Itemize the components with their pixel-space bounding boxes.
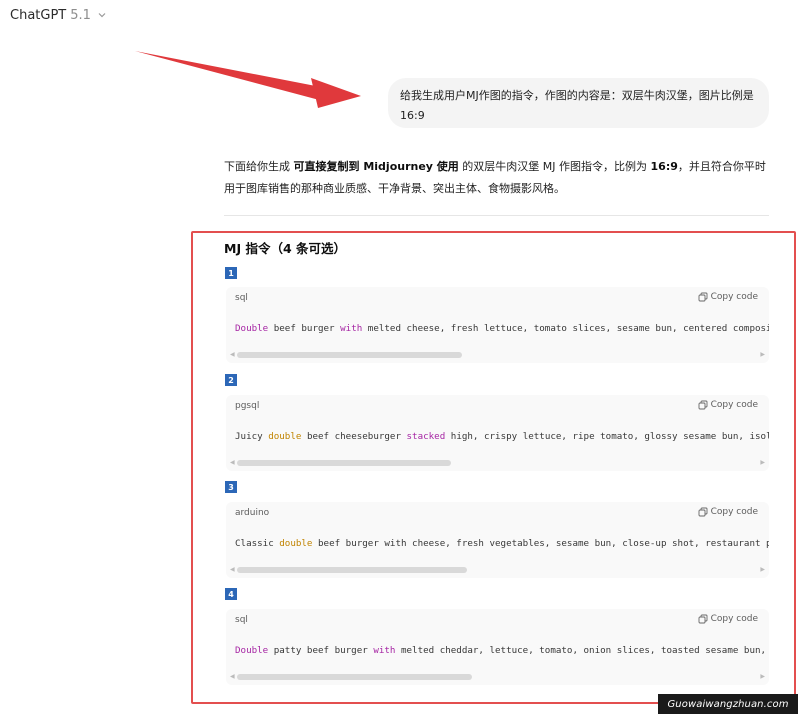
code-keyword: stacked bbox=[406, 431, 446, 442]
divider bbox=[224, 215, 769, 216]
code-keyword: Double bbox=[235, 323, 269, 334]
copy-label: Copy code bbox=[710, 292, 758, 302]
copy-code-button[interactable]: Copy code bbox=[698, 292, 758, 302]
horizontal-scrollbar[interactable]: ◀ ▶ bbox=[230, 567, 765, 573]
code-language: sql bbox=[235, 615, 248, 625]
copy-code-button[interactable]: Copy code bbox=[698, 400, 758, 410]
code-keyword: with bbox=[340, 323, 363, 334]
copy-icon bbox=[698, 614, 708, 624]
scroll-thumb[interactable] bbox=[237, 567, 468, 573]
code-block: sql Copy code Double beef burger with me… bbox=[226, 287, 769, 363]
copy-label: Copy code bbox=[710, 507, 758, 517]
code-keyword: Double bbox=[235, 645, 269, 656]
horizontal-scrollbar[interactable]: ◀ ▶ bbox=[230, 674, 765, 680]
code-text: Juicy double beef cheeseburger stacked h… bbox=[235, 431, 769, 442]
code-segment: high, crispy lettuce, ripe tomato, gloss… bbox=[445, 431, 769, 442]
code-text: Double patty beef burger with melted che… bbox=[235, 645, 769, 656]
scroll-right-arrow-icon[interactable]: ▶ bbox=[760, 352, 765, 358]
code-segment: beef burger bbox=[268, 323, 341, 334]
copy-code-button[interactable]: Copy code bbox=[698, 507, 758, 517]
copy-label: Copy code bbox=[710, 400, 758, 410]
number-badge: 2 bbox=[225, 374, 237, 386]
scroll-right-arrow-icon[interactable]: ▶ bbox=[760, 567, 765, 573]
code-keyword: with bbox=[373, 645, 396, 656]
scroll-thumb[interactable] bbox=[237, 460, 451, 466]
intro-text: 下面给你生成 bbox=[224, 160, 294, 173]
scroll-left-arrow-icon[interactable]: ◀ bbox=[230, 567, 235, 573]
code-segment: melted cheese, fresh lettuce, tomato sli… bbox=[362, 323, 769, 334]
code-segment: patty beef burger bbox=[268, 645, 374, 656]
model-selector[interactable]: ChatGPT 5.1 bbox=[10, 4, 107, 26]
number-badge: 1 bbox=[225, 267, 237, 279]
code-block: arduino Copy code Classic double beef bu… bbox=[226, 502, 769, 578]
user-message: 给我生成用户MJ作图的指令，作图的内容是：双层牛肉汉堡，图片比例是16:9 bbox=[388, 78, 769, 128]
horizontal-scrollbar[interactable]: ◀ ▶ bbox=[230, 352, 765, 358]
scroll-right-arrow-icon[interactable]: ▶ bbox=[760, 460, 765, 466]
code-segment: melted cheddar, lettuce, tomato, onion s… bbox=[395, 645, 769, 656]
code-language: arduino bbox=[235, 508, 270, 518]
watermark-logo: Guowaiwangzhuan.com bbox=[658, 694, 798, 714]
code-block: sql Copy code Double patty beef burger w… bbox=[226, 609, 769, 685]
scroll-left-arrow-icon[interactable]: ◀ bbox=[230, 352, 235, 358]
code-segment: beef burger with cheese, fresh vegetable… bbox=[312, 538, 769, 549]
scroll-thumb[interactable] bbox=[237, 674, 473, 680]
app-title: ChatGPT bbox=[10, 7, 67, 23]
code-keyword: double bbox=[268, 431, 302, 442]
number-badge: 4 bbox=[225, 588, 237, 600]
code-language: pgsql bbox=[235, 401, 260, 411]
copy-icon bbox=[698, 292, 708, 302]
code-segment: beef cheeseburger bbox=[301, 431, 407, 442]
horizontal-scrollbar[interactable]: ◀ ▶ bbox=[230, 460, 765, 466]
section-heading: MJ 指令（4 条可选） bbox=[224, 241, 346, 256]
intro-bold: 可直接复制到 Midjourney 使用 bbox=[293, 160, 459, 173]
copy-icon bbox=[698, 507, 708, 517]
model-version: 5.1 bbox=[70, 7, 91, 23]
copy-icon bbox=[698, 400, 708, 410]
intro-bold: 16:9 bbox=[650, 160, 678, 173]
code-language: sql bbox=[235, 293, 248, 303]
scroll-left-arrow-icon[interactable]: ◀ bbox=[230, 674, 235, 680]
scroll-left-arrow-icon[interactable]: ◀ bbox=[230, 460, 235, 466]
code-block: pgsql Copy code Juicy double beef cheese… bbox=[226, 395, 769, 471]
code-text: Double beef burger with melted cheese, f… bbox=[235, 323, 769, 334]
code-segment: Juicy bbox=[235, 431, 269, 442]
copy-code-button[interactable]: Copy code bbox=[698, 614, 758, 624]
intro-text: 的双层牛肉汉堡 MJ 作图指令，比例为 bbox=[458, 160, 651, 173]
number-badge: 3 bbox=[225, 481, 237, 493]
code-keyword: double bbox=[279, 538, 313, 549]
code-segment: Classic bbox=[235, 538, 280, 549]
assistant-intro: 下面给你生成 可直接复制到 Midjourney 使用 的双层牛肉汉堡 MJ 作… bbox=[224, 156, 776, 200]
code-text: Classic double beef burger with cheese, … bbox=[235, 538, 769, 549]
chevron-down-icon bbox=[98, 13, 106, 18]
copy-label: Copy code bbox=[710, 614, 758, 624]
scroll-right-arrow-icon[interactable]: ▶ bbox=[760, 674, 765, 680]
scroll-thumb[interactable] bbox=[237, 352, 462, 358]
